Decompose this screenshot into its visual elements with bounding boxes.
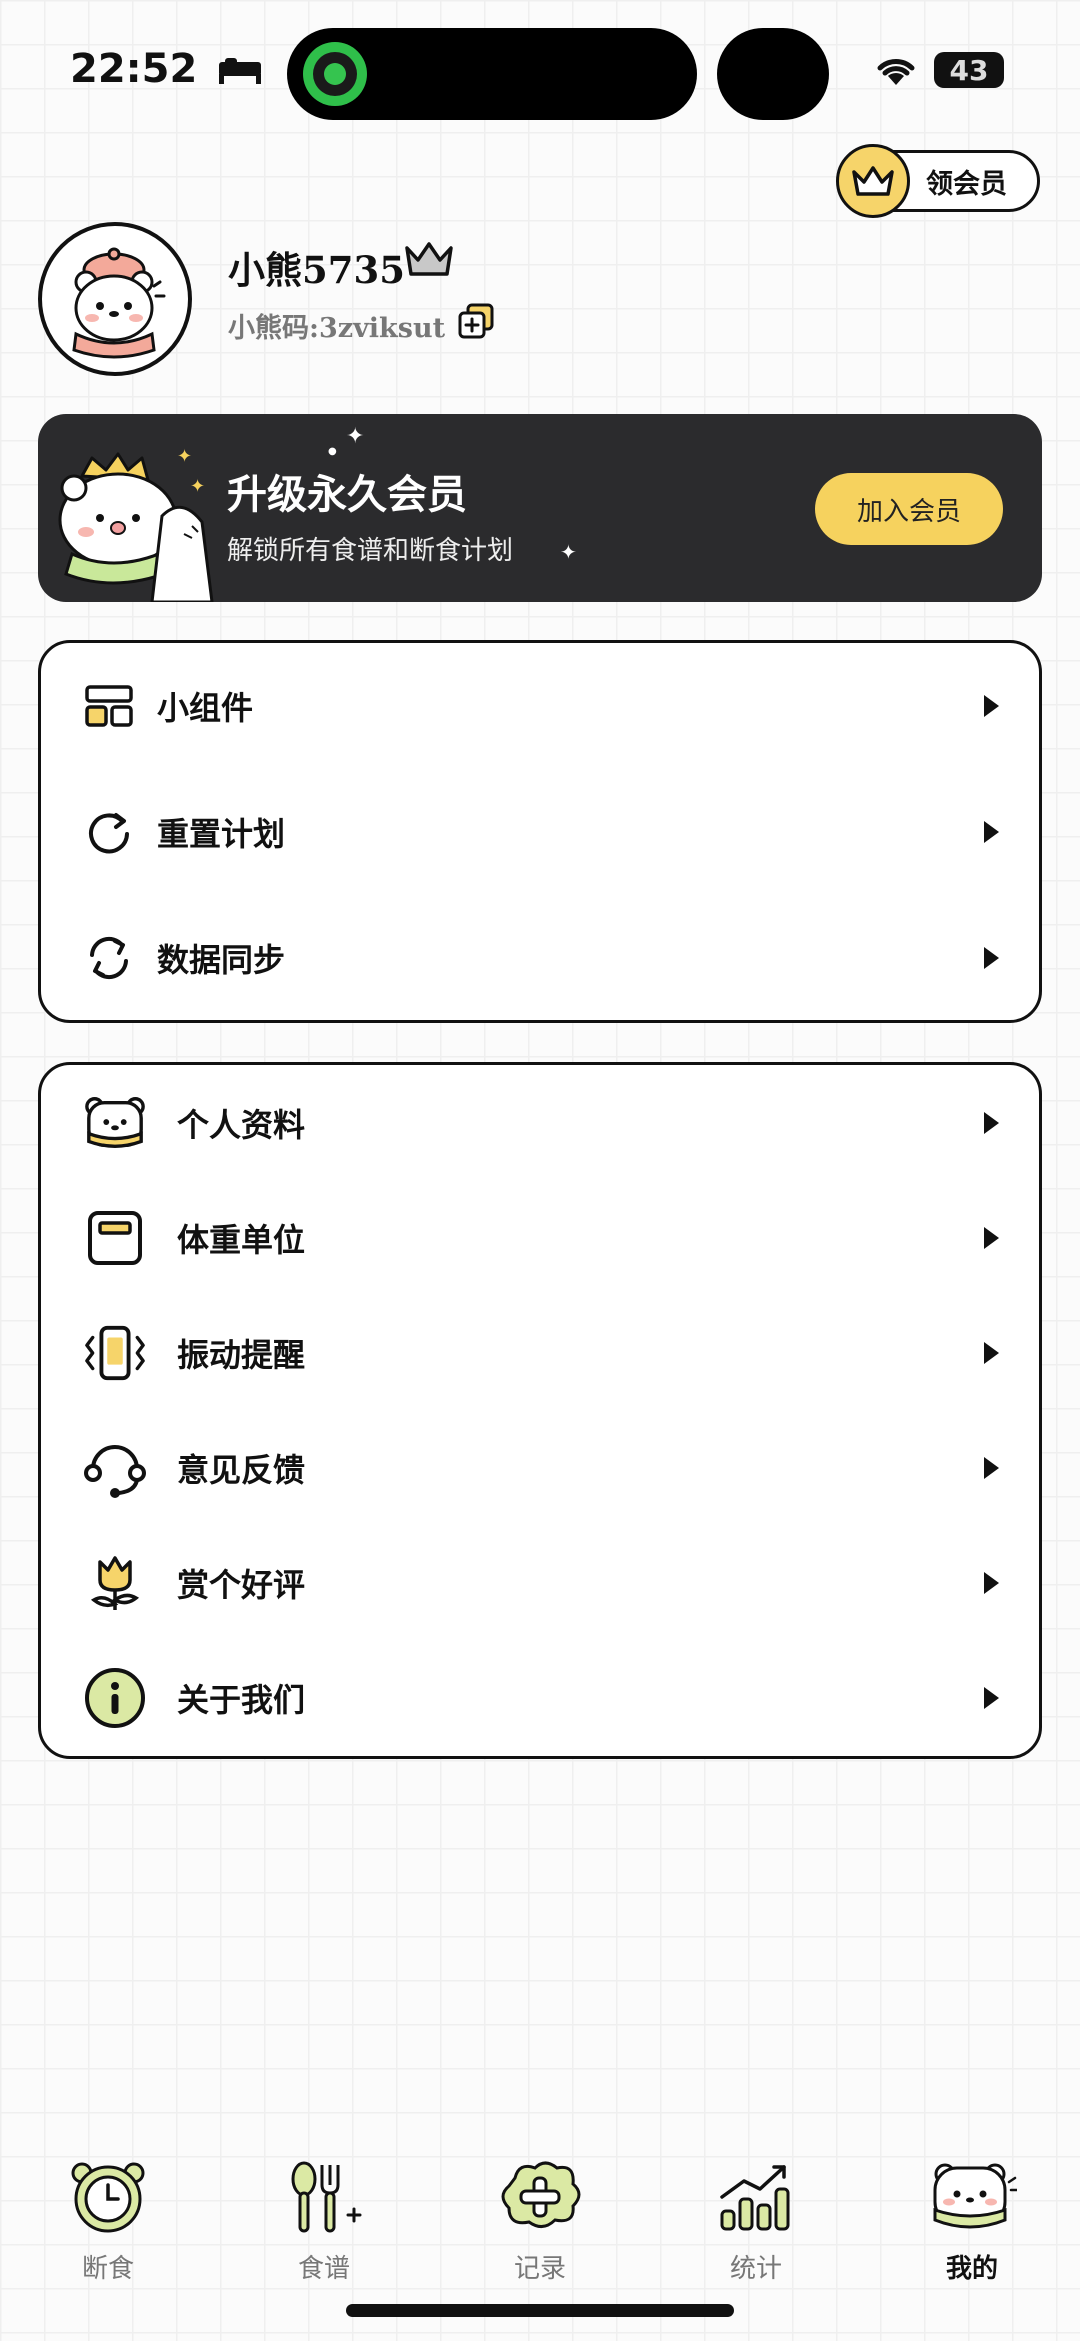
join-vip-button[interactable]: 加入会员 (815, 473, 1003, 545)
wifi-icon (877, 59, 915, 85)
sleep-bed-icon (219, 58, 262, 84)
dynamic-island-secondary (717, 28, 829, 120)
vibration-icon (83, 1321, 147, 1385)
chevron-right-icon (984, 1687, 999, 1709)
tab-recipes[interactable]: 食谱 (264, 2154, 384, 2285)
user-code: 小熊码:3zviksut (228, 313, 446, 344)
banner-title: 升级永久会员 (227, 471, 467, 518)
crown-icon (836, 144, 910, 218)
status-time: 22:52 (70, 46, 263, 92)
chevron-right-icon (984, 695, 999, 717)
menu-item-rate[interactable]: 赏个好评 (41, 1545, 1039, 1621)
menu-item-reset-plan[interactable]: 重置计划 (41, 797, 1039, 867)
sparkle-icon: ✦ (346, 424, 365, 449)
widget-icon (77, 674, 141, 738)
chevron-right-icon (984, 1112, 999, 1134)
menu-item-profile[interactable]: 个人资料 (41, 1085, 1039, 1161)
battery-icon: 43 (934, 52, 1004, 88)
sparkle-icon: ✦ (177, 446, 193, 467)
menu-item-label: 振动提醒 (177, 1336, 306, 1374)
vip-crown-gray-icon (405, 242, 453, 276)
user-nickname: 小熊5735 (228, 248, 405, 292)
add-record-icon (492, 2154, 588, 2240)
chevron-right-icon (984, 1457, 999, 1479)
scale-icon (83, 1206, 147, 1270)
chevron-right-icon (984, 947, 999, 969)
sync-icon (77, 926, 141, 990)
tab-mine[interactable]: 我的 (912, 2154, 1032, 2285)
tab-label: 食谱 (297, 2254, 350, 2284)
dynamic-island (287, 28, 697, 120)
home-indicator[interactable] (346, 2304, 734, 2317)
menu-item-label: 体重单位 (177, 1221, 306, 1259)
sparkle-icon: ✦ (190, 476, 206, 497)
bear-profile-icon (83, 1091, 147, 1155)
menu-card-settings: 个人资料 体重单位 振动提醒 意见反馈 赏个好评 关于我们 (38, 1062, 1042, 1759)
tab-record[interactable]: 记录 (480, 2154, 600, 2285)
status-icons: 43 (874, 52, 1004, 88)
menu-item-about[interactable]: 关于我们 (41, 1660, 1039, 1736)
menu-item-label: 小组件 (157, 689, 254, 727)
utensils-icon (276, 2154, 372, 2240)
tab-fasting[interactable]: 断食 (48, 2154, 168, 2285)
sparkle-icon: ● (328, 446, 337, 457)
clock-icon (60, 2154, 156, 2240)
tab-label: 记录 (513, 2254, 566, 2284)
reset-icon (77, 800, 141, 864)
app-activity-icon[interactable] (303, 42, 367, 106)
chevron-right-icon (984, 1227, 999, 1249)
menu-item-label: 意见反馈 (177, 1451, 306, 1489)
info-icon (83, 1666, 147, 1730)
get-vip-label: 领会员 (926, 168, 1007, 200)
menu-item-feedback[interactable]: 意见反馈 (41, 1430, 1039, 1506)
chevron-right-icon (984, 1572, 999, 1594)
menu-item-label: 赏个好评 (177, 1566, 306, 1604)
chevron-right-icon (984, 821, 999, 843)
tab-statistics[interactable]: 统计 (696, 2154, 816, 2285)
banner-subtitle: 解锁所有食谱和断食计划 (227, 536, 514, 566)
menu-item-label: 个人资料 (177, 1106, 306, 1144)
menu-item-widget[interactable]: 小组件 (41, 671, 1039, 741)
menu-item-data-sync[interactable]: 数据同步 (41, 923, 1039, 993)
tab-label: 断食 (81, 2254, 134, 2284)
copy-icon[interactable] (456, 302, 496, 342)
bear-mascot-icon (58, 452, 214, 602)
join-vip-label: 加入会员 (856, 496, 961, 527)
menu-item-vibration[interactable]: 振动提醒 (41, 1315, 1039, 1391)
menu-card-tools: 小组件 重置计划 数据同步 (38, 640, 1042, 1023)
headset-icon (83, 1436, 147, 1500)
tab-label: 统计 (729, 2254, 782, 2284)
tab-label: 我的 (945, 2254, 998, 2284)
bear-avatar-icon (72, 247, 166, 359)
sparkle-icon: ✦ (560, 540, 577, 564)
menu-item-label: 关于我们 (177, 1681, 306, 1719)
menu-item-weight-unit[interactable]: 体重单位 (41, 1200, 1039, 1276)
bear-icon (924, 2154, 1020, 2240)
flower-icon (83, 1551, 147, 1615)
menu-item-label: 重置计划 (157, 815, 286, 853)
menu-item-label: 数据同步 (157, 941, 286, 979)
stats-icon (708, 2154, 804, 2240)
avatar[interactable] (38, 222, 192, 376)
chevron-right-icon (984, 1342, 999, 1364)
